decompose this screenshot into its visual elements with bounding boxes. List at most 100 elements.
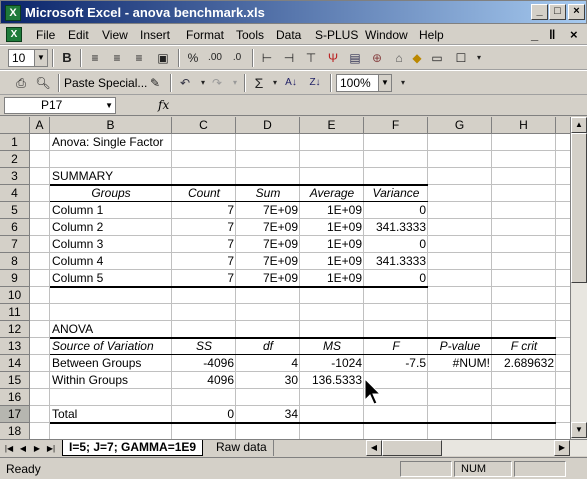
row-header-12[interactable]: 12 xyxy=(0,321,30,338)
column-header-e[interactable]: E xyxy=(300,117,364,134)
cell-d14[interactable]: 4 xyxy=(236,355,300,372)
cell-e4[interactable]: Average xyxy=(300,185,364,202)
cell-g14[interactable]: #NUM! xyxy=(428,355,492,372)
cell-c7[interactable]: 7 xyxy=(172,236,236,253)
menu-format[interactable]: Format xyxy=(186,28,224,42)
column-header-d[interactable]: D xyxy=(236,117,300,134)
first-sheet-button[interactable]: |◀ xyxy=(3,442,15,455)
column-header-c[interactable]: C xyxy=(172,117,236,134)
cell-d15[interactable]: 30 xyxy=(236,372,300,389)
maximize-button[interactable]: □ xyxy=(549,4,566,20)
vertical-scroll-thumb[interactable] xyxy=(571,133,587,283)
cell-e9[interactable]: 1E+09 xyxy=(300,270,364,287)
cell-b3[interactable]: SUMMARY xyxy=(50,168,115,185)
cell-b15[interactable]: Within Groups xyxy=(50,372,172,389)
row-header-16[interactable]: 16 xyxy=(0,389,30,406)
bold-button[interactable]: B xyxy=(58,50,76,66)
scroll-left-button[interactable]: ◀ xyxy=(366,440,382,456)
cell-c15[interactable]: 4096 xyxy=(172,372,236,389)
increase-decimal-icon[interactable]: .00 xyxy=(206,50,224,66)
menu-view[interactable]: View xyxy=(102,28,128,42)
cell-b5[interactable]: Column 1 xyxy=(50,202,172,219)
cell-f9[interactable]: 0 xyxy=(364,270,428,287)
cell-c14[interactable]: -4096 xyxy=(172,355,236,372)
last-sheet-button[interactable]: ▶| xyxy=(45,442,57,455)
cell-c17[interactable]: 0 xyxy=(172,406,236,423)
cell-h13[interactable]: F crit xyxy=(492,338,556,355)
cell-b4[interactable]: Groups xyxy=(50,185,172,202)
chevron-down-icon[interactable]: ▼ xyxy=(378,75,391,91)
workbook-icon[interactable]: X xyxy=(6,27,22,42)
prev-sheet-button[interactable]: ◀ xyxy=(17,442,29,455)
cell-e8[interactable]: 1E+09 xyxy=(300,253,364,270)
splus-tool-icon-5[interactable]: ▤ xyxy=(346,50,364,66)
redo-icon[interactable]: ↷ xyxy=(208,75,226,91)
chevron-down-icon[interactable]: ▼ xyxy=(105,98,113,113)
cell-c4[interactable]: Count xyxy=(172,185,236,202)
row-header-7[interactable]: 7 xyxy=(0,236,30,253)
cell-d8[interactable]: 7E+09 xyxy=(236,253,300,270)
cell-c9[interactable]: 7 xyxy=(172,270,236,287)
horizontal-scroll-thumb[interactable] xyxy=(382,440,442,456)
chevron-down-icon[interactable]: ▼ xyxy=(34,50,47,66)
menu-data[interactable]: Data xyxy=(276,28,301,42)
splus-tool-icon-4[interactable]: Ψ xyxy=(324,50,342,66)
cell-e5[interactable]: 1E+09 xyxy=(300,202,364,219)
cell-d7[interactable]: 7E+09 xyxy=(236,236,300,253)
name-box[interactable]: P17 ▼ xyxy=(4,97,116,114)
minimize-button[interactable]: _ xyxy=(531,4,548,20)
row-header-11[interactable]: 11 xyxy=(0,304,30,321)
column-header-b[interactable]: B xyxy=(50,117,172,134)
menu-tools[interactable]: Tools xyxy=(236,28,264,42)
column-header-h[interactable]: H xyxy=(492,117,556,134)
cell-d5[interactable]: 7E+09 xyxy=(236,202,300,219)
format-painter-icon[interactable]: ✎ xyxy=(146,75,164,91)
splus-tool-icon-9[interactable]: ▭ xyxy=(428,50,446,66)
sort-descending-icon[interactable]: Z↓ xyxy=(306,75,324,91)
cell-b8[interactable]: Column 4 xyxy=(50,253,172,270)
row-header-2[interactable]: 2 xyxy=(0,151,30,168)
undo-icon[interactable]: ↶ xyxy=(176,75,194,91)
cell-f13[interactable]: F xyxy=(364,338,428,355)
menu-splus[interactable]: S-PLUS xyxy=(315,28,358,42)
scroll-right-button[interactable]: ▶ xyxy=(554,440,570,456)
row-header-1[interactable]: 1 xyxy=(0,134,30,151)
doc-minimize-button[interactable]: _ xyxy=(531,27,538,42)
cell-e15[interactable]: 136.5333 xyxy=(300,372,364,389)
cell-f6[interactable]: 341.3333 xyxy=(364,219,428,236)
cell-h15[interactable] xyxy=(492,372,556,389)
font-size-select[interactable]: 10 ▼ xyxy=(8,49,48,67)
cell-f7[interactable]: 0 xyxy=(364,236,428,253)
formula-input[interactable] xyxy=(176,97,584,114)
cell-b12[interactable]: ANOVA xyxy=(50,321,172,338)
cell-e6[interactable]: 1E+09 xyxy=(300,219,364,236)
row-header-9[interactable]: 9 xyxy=(0,270,30,287)
cell-b1[interactable]: Anova: Single Factor xyxy=(50,134,165,151)
row-header-15[interactable]: 15 xyxy=(0,372,30,389)
doc-close-button[interactable]: × xyxy=(570,27,578,42)
column-header-a[interactable]: A xyxy=(30,117,50,134)
print-icon[interactable]: ⎙ xyxy=(12,75,30,91)
splus-tool-icon-6[interactable]: ⊕ xyxy=(368,50,386,66)
select-all-corner[interactable] xyxy=(0,117,30,134)
scroll-down-button[interactable]: ▼ xyxy=(571,422,587,438)
cell-c5[interactable]: 7 xyxy=(172,202,236,219)
cell-b9[interactable]: Column 5 xyxy=(50,270,172,287)
merge-center-icon[interactable]: ▣ xyxy=(154,50,172,66)
column-header-f[interactable]: F xyxy=(364,117,428,134)
cell-b17[interactable]: Total xyxy=(50,406,172,423)
cell-e7[interactable]: 1E+09 xyxy=(300,236,364,253)
row-header-3[interactable]: 3 xyxy=(0,168,30,185)
align-left-icon[interactable]: ≡ xyxy=(86,50,104,66)
splus-tool-icon-2[interactable]: ⊣ xyxy=(280,50,298,66)
redo-dropdown-icon[interactable]: ▾ xyxy=(226,75,244,91)
decrease-decimal-icon[interactable]: .0 xyxy=(228,50,246,66)
cell-h14[interactable]: 2.689632 xyxy=(492,355,556,372)
scroll-up-button[interactable]: ▲ xyxy=(571,117,587,133)
column-header-g[interactable]: G xyxy=(428,117,492,134)
cell-d6[interactable]: 7E+09 xyxy=(236,219,300,236)
cell-g15[interactable] xyxy=(428,372,492,389)
align-center-icon[interactable]: ≡ xyxy=(108,50,126,66)
worksheet-grid[interactable]: A B C D E F G H 1 2 3 4 5 6 7 8 9 10 11 12 13 14 15 16 17 18 Anova… xyxy=(0,117,570,439)
align-right-icon[interactable]: ≡ xyxy=(130,50,148,66)
